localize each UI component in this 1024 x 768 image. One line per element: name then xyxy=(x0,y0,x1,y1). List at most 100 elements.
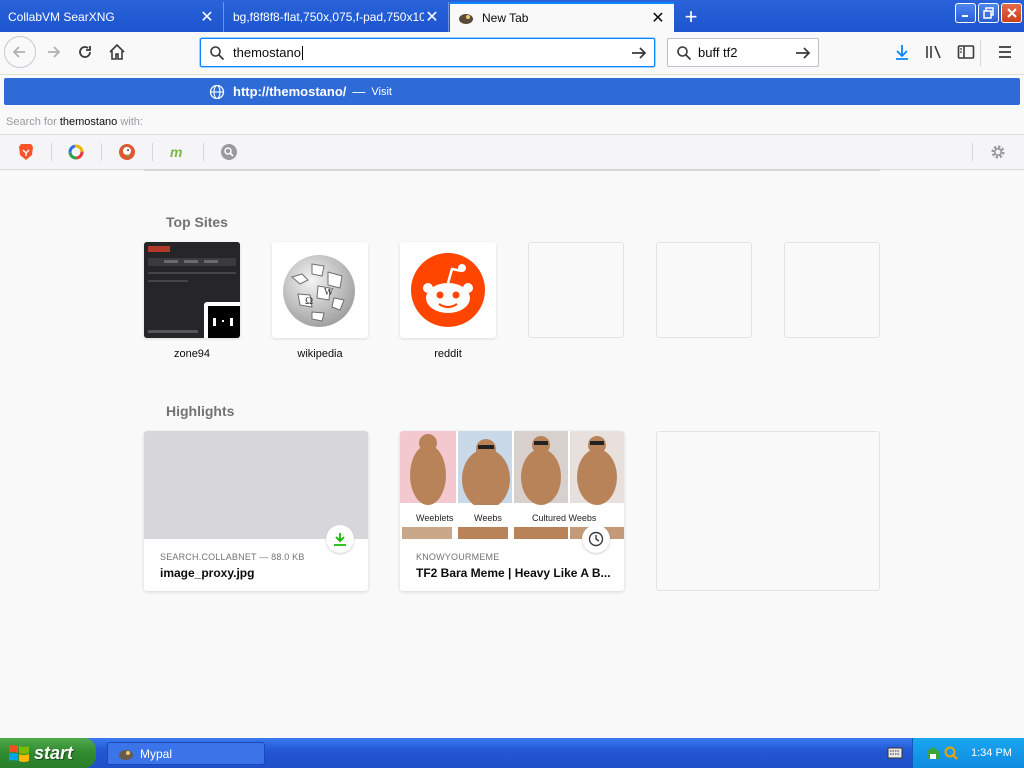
colorful-ring-icon xyxy=(68,144,84,160)
clock-icon xyxy=(588,531,604,547)
search-icon xyxy=(210,45,225,60)
search-with-prefix: Search for xyxy=(6,116,57,128)
suggestion-visit-url[interactable]: http://themostano/ — Visit xyxy=(4,78,1020,105)
top-sites-title: Top Sites xyxy=(166,214,228,230)
highlight-thumbnail xyxy=(144,431,368,539)
reload-button[interactable] xyxy=(70,37,100,67)
wikipedia-globe-icon: Ω W xyxy=(283,255,355,327)
meme-caption: Weeblets xyxy=(416,513,454,523)
forward-button[interactable] xyxy=(38,37,68,67)
tab-new-tab[interactable]: New Tab ✕ xyxy=(450,2,674,32)
system-tray: 1:34 PM xyxy=(912,738,1024,768)
navigation-toolbar: themostano buff tf2 xyxy=(0,32,1024,75)
highlight-placeholder xyxy=(656,431,880,591)
minimize-icon xyxy=(961,15,968,17)
windows-flag-icon xyxy=(9,745,29,762)
tab-title: bg,f8f8f8-flat,750x,075,f-pad,750x1000 xyxy=(233,10,424,24)
engine-divider xyxy=(51,143,52,161)
tab-strip: CollabVM SearXNG ✕ bg,f8f8f8-flat,750x,0… xyxy=(0,0,1024,32)
library-button[interactable] xyxy=(919,37,949,67)
network-icon[interactable] xyxy=(925,745,941,761)
home-button[interactable] xyxy=(102,37,132,67)
hamburger-menu-icon xyxy=(999,46,1011,58)
url-input-text: themostano xyxy=(233,44,301,60)
svg-text:m: m xyxy=(170,145,182,159)
top-site-wikipedia[interactable]: Ω W xyxy=(272,242,368,338)
tab-collabvm-searxng[interactable]: CollabVM SearXNG ✕ xyxy=(0,2,224,32)
suggestion-separator: — xyxy=(352,84,366,99)
mypal-icon xyxy=(459,14,473,24)
mojeek-search-engine[interactable]: m xyxy=(168,142,188,162)
search-tray-icon[interactable] xyxy=(943,745,959,761)
one-off-search-engines: m xyxy=(0,134,1024,170)
qwant-search-engine[interactable] xyxy=(66,142,86,162)
reload-icon xyxy=(79,46,91,58)
menu-button[interactable] xyxy=(990,37,1020,67)
top-site-placeholder xyxy=(784,242,880,338)
url-input[interactable]: themostano xyxy=(233,45,630,61)
tab-image[interactable]: bg,f8f8f8-flat,750x,075,f-pad,750x1000 ✕ xyxy=(225,2,449,32)
go-arrow-icon[interactable] xyxy=(794,44,812,62)
back-button[interactable] xyxy=(4,36,36,68)
minimize-button[interactable] xyxy=(955,3,976,23)
zone94-favicon xyxy=(204,302,240,338)
search-with-label: Search for themostano with: xyxy=(6,116,143,128)
highlight-card-image-proxy[interactable]: SEARCH.COLLABNET — 88.0 KB image_proxy.j… xyxy=(144,431,368,591)
top-site-placeholder xyxy=(656,242,752,338)
taskbar-window-mypal[interactable]: Mypal xyxy=(107,742,265,765)
go-arrow-icon[interactable] xyxy=(630,44,648,62)
sidebar-icon xyxy=(957,45,975,59)
suggestion-action: Visit xyxy=(371,85,392,98)
close-icon xyxy=(1006,8,1017,18)
engine-divider xyxy=(203,143,204,161)
close-icon[interactable]: ✕ xyxy=(199,9,215,26)
duckduckgo-search-engine[interactable] xyxy=(117,142,137,162)
window-close-button[interactable] xyxy=(1001,3,1022,23)
meme-thumbnail: Weeblets Weebs Cultured Weebs xyxy=(400,431,624,539)
highlight-card-knowyourmeme[interactable]: Weeblets Weebs Cultured Weebs KNOWYOURME… xyxy=(400,431,624,591)
keyboard-icon[interactable] xyxy=(887,746,903,760)
start-button[interactable]: start xyxy=(0,738,96,768)
brave-search-engine[interactable] xyxy=(16,142,36,162)
toolbar-divider xyxy=(980,40,981,66)
close-icon[interactable]: ✕ xyxy=(424,9,440,26)
engine-divider xyxy=(101,143,102,161)
sidebar-button[interactable] xyxy=(951,37,981,67)
download-badge xyxy=(326,525,354,553)
highlight-source: SEARCH.COLLABNET — 88.0 KB xyxy=(160,552,305,562)
download-icon xyxy=(334,533,346,546)
search-bar[interactable]: buff tf2 xyxy=(667,38,819,67)
top-site-label: reddit xyxy=(434,348,462,360)
top-site-placeholder xyxy=(528,242,624,338)
windows-taskbar: start Mypal 1:34 PM xyxy=(0,738,1024,768)
downloads-button[interactable] xyxy=(887,37,917,67)
engine-divider xyxy=(152,143,153,161)
svg-text:W: W xyxy=(324,287,334,298)
gear-icon xyxy=(991,145,1005,159)
reddit-icon xyxy=(411,253,485,327)
mypal-icon xyxy=(119,749,133,760)
search-icon xyxy=(221,144,237,160)
search-input[interactable]: buff tf2 xyxy=(698,45,794,60)
library-icon xyxy=(926,45,941,59)
search-settings-button[interactable] xyxy=(988,142,1008,162)
restore-button[interactable] xyxy=(978,3,999,23)
svg-text:Ω: Ω xyxy=(305,295,313,307)
new-tab-button[interactable]: + xyxy=(678,4,704,30)
globe-icon xyxy=(209,84,225,99)
mojeek-m-icon: m xyxy=(170,145,182,159)
url-bar[interactable]: themostano xyxy=(200,38,655,67)
url-suggestions-popup: http://themostano/ — Visit Search for th… xyxy=(0,75,1024,170)
highlight-title: TF2 Bara Meme | Heavy Like A B... xyxy=(416,566,611,580)
top-site-label: zone94 xyxy=(173,348,211,360)
top-site-reddit[interactable] xyxy=(400,242,496,338)
start-label: start xyxy=(34,742,74,763)
engine-divider xyxy=(972,143,973,161)
top-site-zone94[interactable] xyxy=(144,242,240,338)
arrow-right-icon xyxy=(48,46,61,58)
brave-lion-icon xyxy=(19,144,33,160)
search-icon xyxy=(677,45,692,60)
generic-search-engine[interactable] xyxy=(219,142,239,162)
suggestion-url: http://themostano/ xyxy=(233,84,347,99)
close-icon[interactable]: ✕ xyxy=(650,10,666,27)
